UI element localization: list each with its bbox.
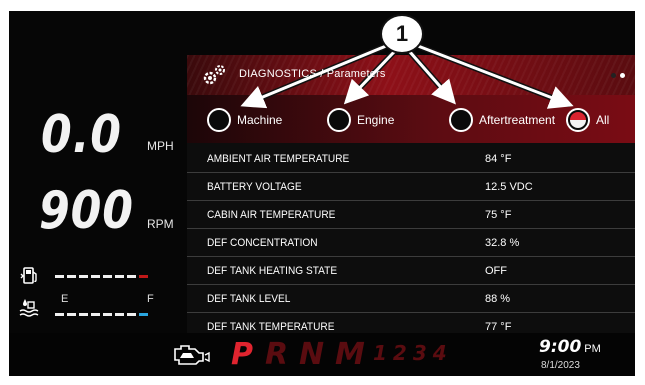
def-full-label: F [147, 293, 154, 305]
parameter-name: CABIN AIR TEMPERATURE [207, 209, 336, 221]
speed-readout: 0.0 [41, 105, 122, 165]
filter-tabs: Machine Engine Aftertreatment All [187, 95, 635, 143]
parameter-value: 75 °F [485, 209, 512, 221]
parameter-value: 84 °F [485, 153, 512, 165]
rpm-unit: RPM [147, 217, 174, 231]
parameter-value: 32.8 % [485, 237, 520, 249]
clock-time: 9:00 [539, 337, 582, 357]
tab-aftertreatment[interactable]: Aftertreatment [449, 108, 555, 132]
page-indicator [611, 73, 625, 78]
aftertreatment-radio[interactable] [449, 108, 473, 132]
parameter-list: AMBIENT AIR TEMPERATURE 84 °F BATTERY VO… [187, 145, 635, 341]
parameter-row[interactable]: DEF TANK LEVEL 88 % [187, 285, 635, 313]
tab-machine-label: Machine [237, 113, 283, 127]
display-screen: 0.0 MPH 900 RPM E F DIAGNOSTICS / Parame… [9, 11, 635, 376]
def-fluid-icon [19, 299, 39, 317]
parameter-row[interactable]: CABIN AIR TEMPERATURE 75 °F [187, 201, 635, 229]
parameter-value: 12.5 VDC [485, 181, 533, 193]
parameter-name: BATTERY VOLTAGE [207, 181, 302, 193]
gear-reverse: R [265, 337, 289, 372]
tab-engine-label: Engine [357, 113, 395, 127]
tab-aftertreatment-label: Aftertreatment [479, 113, 556, 127]
def-level-bar [55, 313, 148, 316]
clock-ampm: PM [584, 343, 601, 355]
machine-radio[interactable] [207, 108, 231, 132]
parameter-name: DEF TANK HEATING STATE [207, 265, 338, 277]
parameter-name: DEF TANK LEVEL [207, 293, 291, 305]
gear-park: P [231, 337, 253, 372]
parameter-row[interactable]: DEF TANK HEATING STATE OFF [187, 257, 635, 285]
gears-icon [203, 65, 225, 85]
parameter-name: DEF CONCENTRATION [207, 237, 318, 249]
engine-radio[interactable] [327, 108, 351, 132]
parameter-row[interactable]: DEF CONCENTRATION 32.8 % [187, 229, 635, 257]
gear-neutral: N [299, 337, 325, 372]
speed-unit: MPH [147, 139, 174, 153]
parameter-value: 77 °F [485, 321, 512, 333]
rpm-readout: 900 [39, 181, 134, 241]
callout-badge: 1 [380, 14, 424, 54]
diagnostics-panel: DIAGNOSTICS / Parameters Machine Engine … [187, 55, 635, 341]
parameter-name: AMBIENT AIR TEMPERATURE [207, 153, 350, 165]
parameter-row[interactable]: BATTERY VOLTAGE 12.5 VDC [187, 173, 635, 201]
parameter-row[interactable]: AMBIENT AIR TEMPERATURE 84 °F [187, 145, 635, 173]
fuel-level-bar [55, 275, 148, 278]
gauge-column: 0.0 MPH 900 RPM E F [9, 61, 187, 329]
fuel-pump-icon [20, 267, 37, 284]
status-bar: P R N M 1234 9:00 PM 8/1/2023 [9, 333, 635, 376]
all-radio[interactable] [566, 108, 590, 132]
parameter-name: DEF TANK TEMPERATURE [207, 321, 335, 333]
gear-manual: M [335, 337, 365, 372]
parameter-value: 88 % [485, 293, 511, 305]
tab-engine[interactable]: Engine [327, 108, 394, 132]
clock: 9:00 PM [539, 337, 601, 357]
panel-header: DIAGNOSTICS / Parameters [187, 55, 635, 95]
tab-all[interactable]: All [566, 108, 609, 132]
panel-title: DIAGNOSTICS / Parameters [239, 68, 386, 80]
date: 8/1/2023 [541, 360, 580, 371]
tab-all-label: All [596, 113, 610, 127]
def-empty-label: E [61, 293, 69, 305]
parameter-value: OFF [485, 265, 507, 277]
gear-numbers: 1234 [373, 341, 453, 365]
tab-machine[interactable]: Machine [207, 108, 282, 132]
check-engine-icon [174, 345, 210, 365]
